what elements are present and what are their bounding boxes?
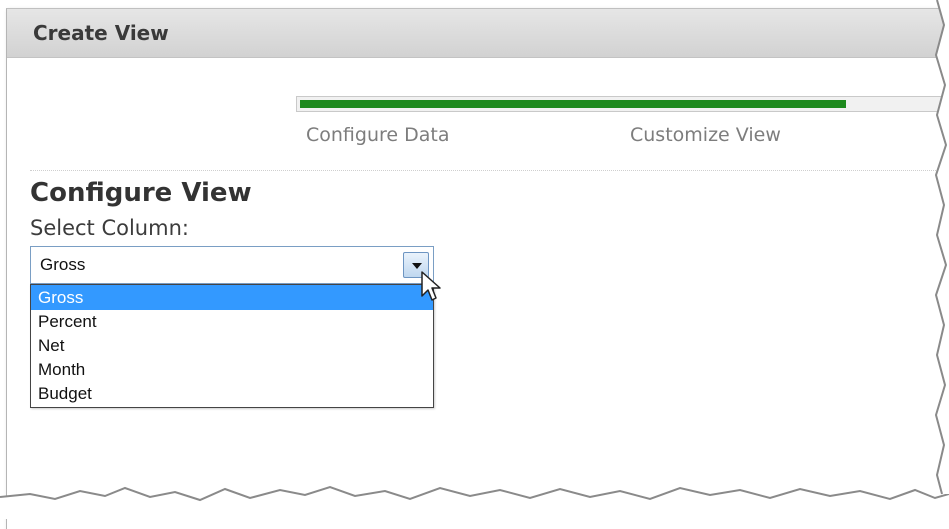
column-select[interactable]: Gross (30, 246, 434, 284)
select-column-label: Select Column: (30, 216, 189, 240)
title-bar: Create View (7, 9, 949, 58)
column-dropdown-list: Gross Percent Net Month Budget (30, 284, 434, 408)
dropdown-option[interactable]: Percent (31, 310, 433, 334)
mouse-pointer-icon (421, 271, 441, 301)
wizard-progress-bar (296, 96, 946, 112)
section-heading: Configure View (30, 178, 252, 208)
column-select-value: Gross (40, 255, 86, 274)
dropdown-option[interactable]: Budget (31, 382, 433, 406)
dropdown-option[interactable]: Gross (31, 285, 433, 310)
dropdown-option[interactable]: Month (31, 358, 433, 382)
window-title: Create View (33, 21, 169, 45)
dropdown-option[interactable]: Net (31, 334, 433, 358)
step-configure-data: Configure Data (306, 124, 450, 146)
step-customize-view: Customize View (630, 124, 781, 146)
wizard-progress-fill (300, 100, 846, 108)
section-divider (30, 170, 949, 171)
